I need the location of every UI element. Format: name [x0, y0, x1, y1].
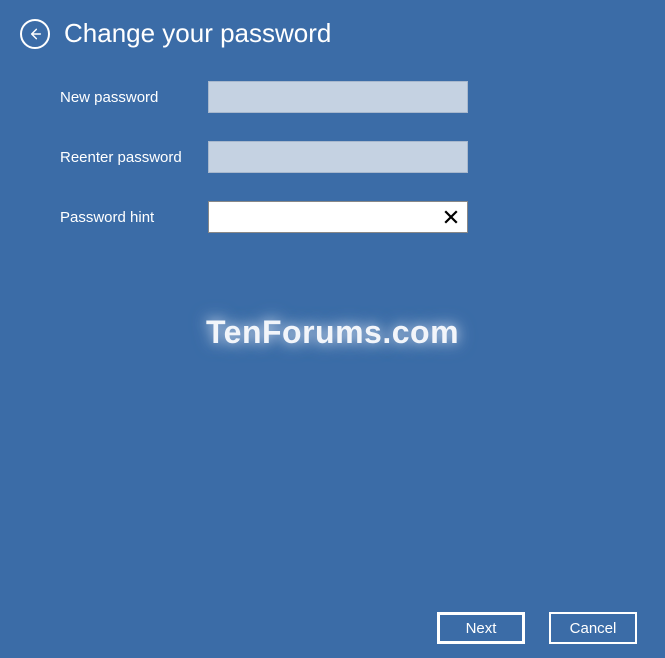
- reenter-password-input[interactable]: [208, 141, 468, 173]
- reenter-password-label: Reenter password: [60, 149, 208, 166]
- password-hint-row: Password hint: [60, 201, 645, 233]
- new-password-label: New password: [60, 89, 208, 106]
- cancel-button[interactable]: Cancel: [549, 612, 637, 644]
- new-password-input[interactable]: [208, 81, 468, 113]
- button-bar: Next Cancel: [437, 612, 637, 644]
- password-hint-label: Password hint: [60, 209, 208, 226]
- password-hint-input-wrap: [208, 201, 468, 233]
- new-password-row: New password: [60, 81, 645, 113]
- clear-hint-button[interactable]: [440, 206, 462, 228]
- page-title: Change your password: [64, 18, 331, 49]
- watermark-text: TenForums.com: [206, 314, 459, 351]
- password-form: New password Reenter password Password h…: [0, 59, 665, 233]
- back-arrow-icon: [27, 26, 43, 42]
- new-password-input-wrap: [208, 81, 468, 113]
- next-button[interactable]: Next: [437, 612, 525, 644]
- close-icon: [444, 210, 458, 224]
- password-hint-input[interactable]: [208, 201, 468, 233]
- reenter-password-input-wrap: [208, 141, 468, 173]
- reenter-password-row: Reenter password: [60, 141, 645, 173]
- back-button[interactable]: [20, 19, 50, 49]
- header: Change your password: [0, 0, 665, 59]
